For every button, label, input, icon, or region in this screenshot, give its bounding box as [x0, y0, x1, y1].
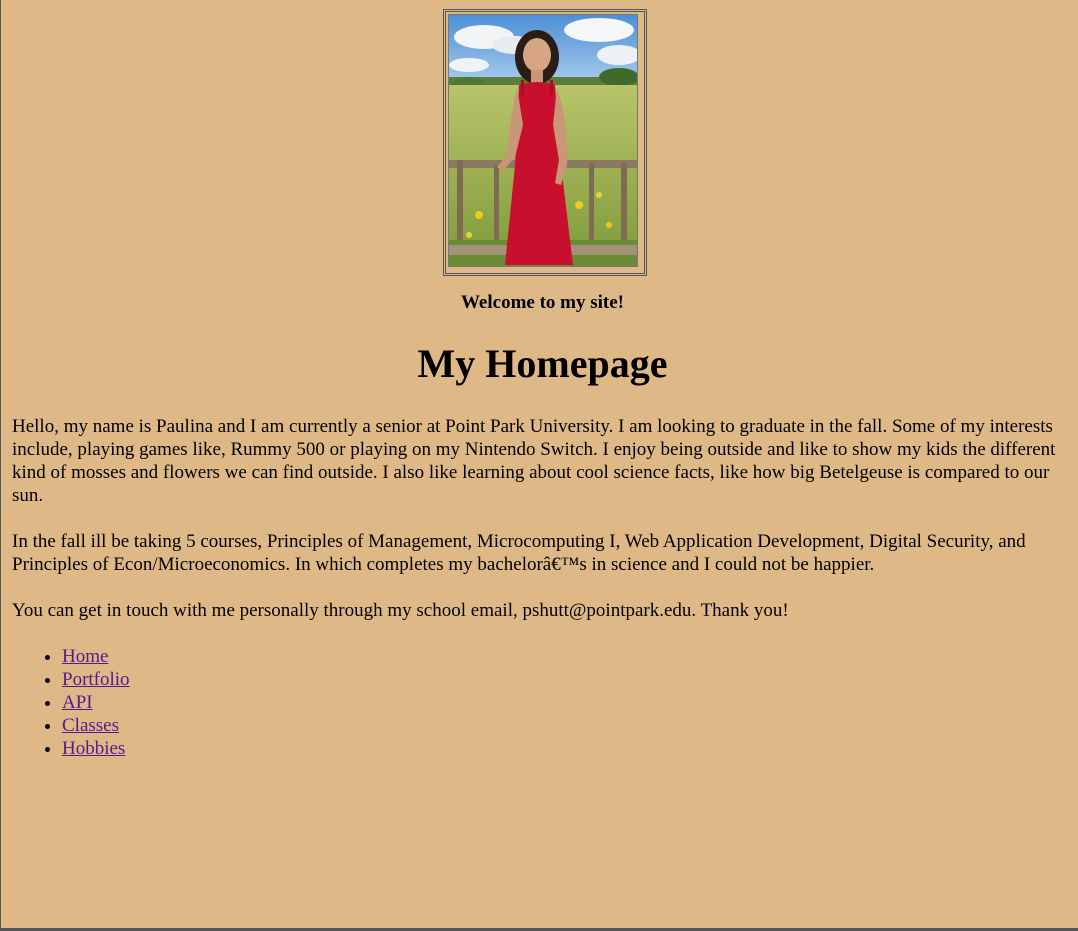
main-content: Hello, my name is Paulina and I am curre… [12, 415, 1057, 760]
nav-item-classes: Classes [62, 714, 1057, 737]
nav-item-hobbies: Hobbies [62, 737, 1057, 760]
nav-link-classes[interactable]: Classes [62, 715, 119, 736]
welcome-heading: Welcome to my site! [460, 292, 625, 313]
nav-link-hobbies[interactable]: Hobbies [62, 738, 125, 759]
nav-list: Home Portfolio API Classes Hobbies [12, 645, 1057, 760]
nav-item-portfolio: Portfolio [62, 668, 1057, 691]
intro-paragraph: Hello, my name is Paulina and I am curre… [12, 416, 1056, 506]
nav-item-home: Home [62, 645, 1057, 668]
courses-paragraph: In the fall ill be taking 5 courses, Pri… [12, 531, 1026, 575]
nav-link-api[interactable]: API [62, 692, 93, 713]
profile-photo [448, 14, 638, 267]
nav-item-api: API [62, 691, 1057, 714]
page-title: My Homepage [417, 341, 668, 386]
contact-paragraph: You can get in touch with me personally … [12, 600, 789, 621]
nav-link-portfolio[interactable]: Portfolio [62, 669, 130, 690]
portrait-image [449, 15, 637, 266]
nav-link-home[interactable]: Home [62, 646, 108, 667]
profile-photo-frame [443, 9, 647, 276]
